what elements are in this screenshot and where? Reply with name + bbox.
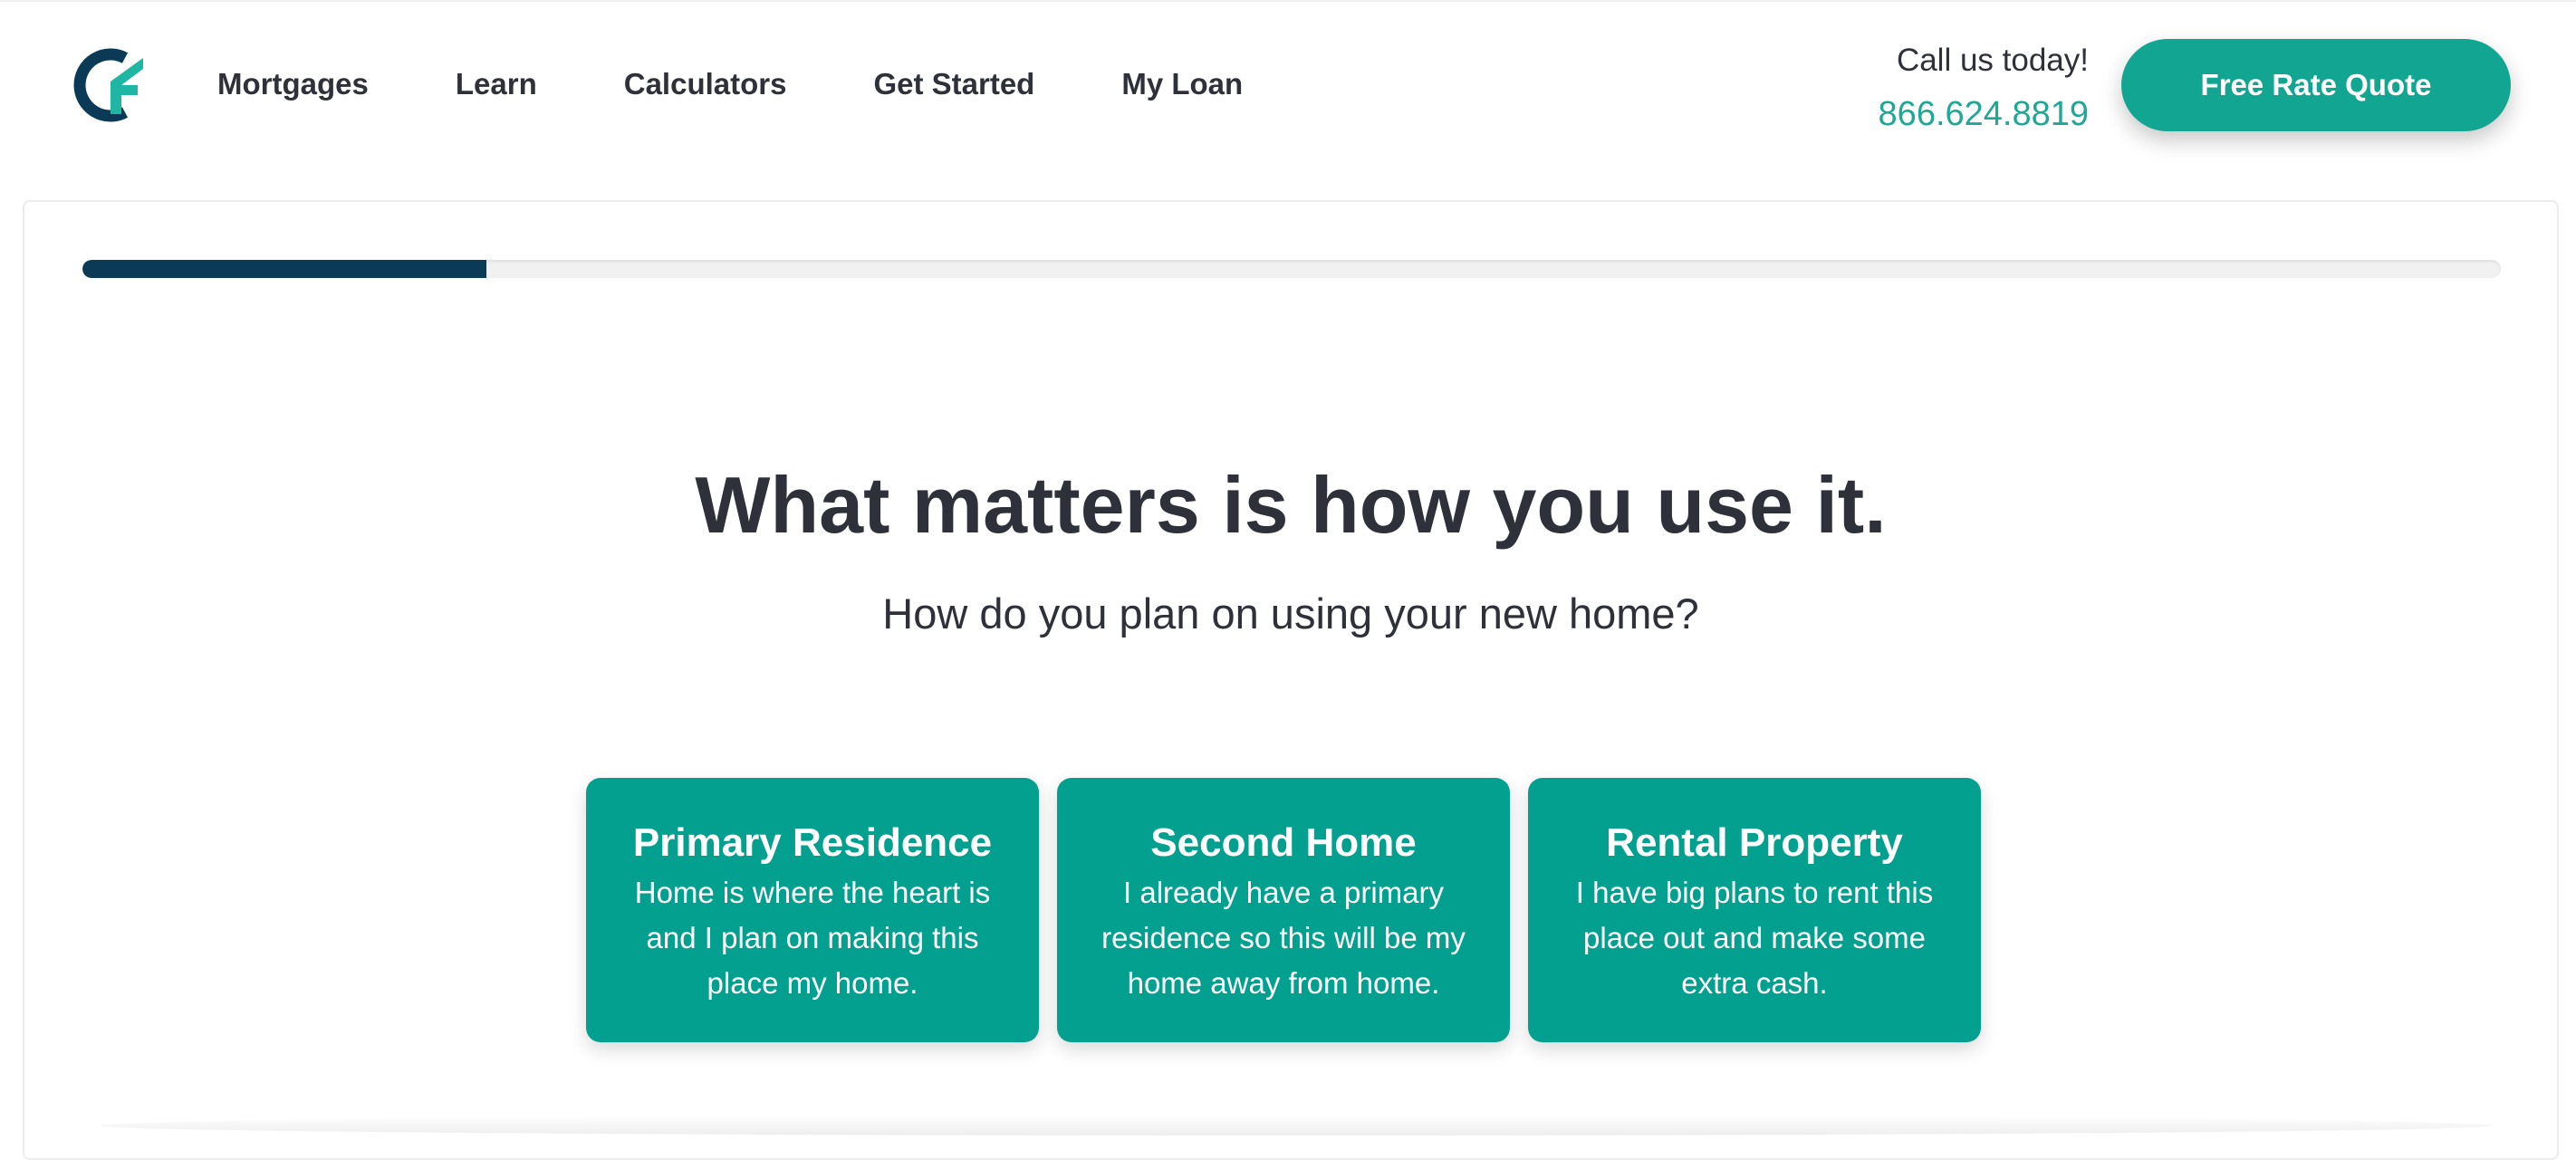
nav-item-calculators[interactable]: Calculators (624, 62, 787, 107)
nav-item-mortgages[interactable]: Mortgages (217, 62, 369, 107)
nav-item-my-loan[interactable]: My Loan (1121, 62, 1243, 107)
option-title: Rental Property (1606, 820, 1903, 865)
progress-bar (82, 260, 2501, 278)
nav-item-learn[interactable]: Learn (456, 62, 537, 107)
main-nav: Mortgages Learn Calculators Get Started … (217, 62, 1330, 107)
option-title: Primary Residence (632, 820, 993, 865)
progress-bar-fill (82, 260, 486, 278)
company-cf-logo-icon[interactable] (69, 45, 149, 125)
property-use-options: Primary Residence Home is where the hear… (586, 778, 1981, 1042)
free-rate-quote-button[interactable]: Free Rate Quote (2121, 39, 2511, 131)
call-us-block: Call us today! 866.624.8819 (1879, 38, 2089, 139)
page-title: What matters is how you use it. (695, 460, 1887, 550)
option-description: I have big plans to rent this place out … (1575, 876, 1934, 1000)
call-us-label: Call us today! (1896, 43, 2089, 78)
phone-number-link[interactable]: 866.624.8819 (1879, 89, 2089, 139)
nav-item-get-started[interactable]: Get Started (873, 62, 1034, 107)
option-second-home[interactable]: Second Home I already have a primary res… (1057, 778, 1510, 1042)
option-rental-property[interactable]: Rental Property I have big plans to rent… (1528, 778, 1981, 1042)
option-description: Home is where the heart is and I plan on… (634, 876, 991, 1000)
footer-shadow (100, 1116, 2491, 1136)
page-subtitle: How do you plan on using your new home? (882, 590, 1699, 638)
site-header: Mortgages Learn Calculators Get Started … (0, 0, 2576, 181)
questionnaire-card: What matters is how you use it. How do y… (23, 200, 2559, 1160)
option-description: I already have a primary residence so th… (1101, 876, 1466, 1000)
option-title: Second Home (1150, 820, 1417, 865)
option-primary-residence[interactable]: Primary Residence Home is where the hear… (586, 778, 1039, 1042)
